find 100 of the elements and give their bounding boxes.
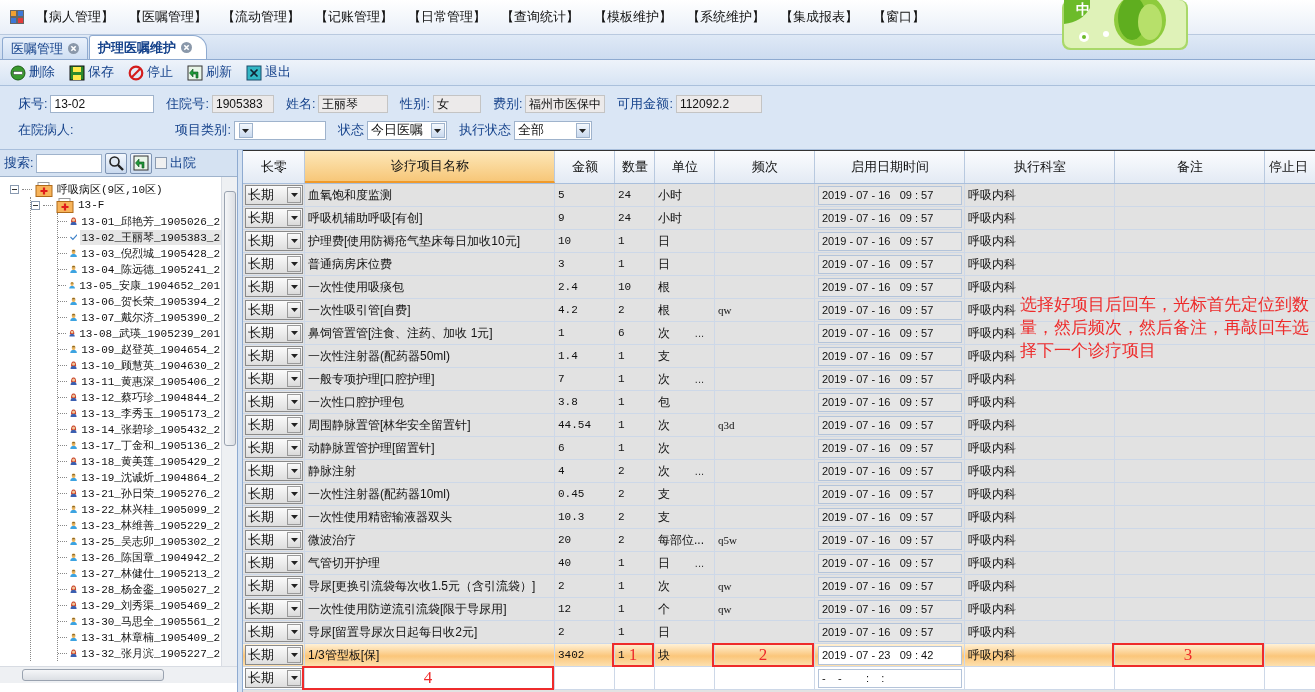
app-icon[interactable] xyxy=(10,10,24,24)
more-button[interactable]: ... xyxy=(694,373,714,385)
column-header[interactable]: 诊疗项目名称 xyxy=(305,151,555,183)
patient-tree-item[interactable]: 13-17_丁金和_1905136_2 xyxy=(80,437,221,453)
date-time-field[interactable]: 2019 - 07 - 16 09 : 57 xyxy=(818,599,962,619)
column-header[interactable]: 频次 xyxy=(715,151,815,183)
horizontal-scrollbar[interactable] xyxy=(0,666,237,683)
menu-item[interactable]: 【窗口】 xyxy=(873,8,966,26)
date-time-field[interactable]: 2019 - 07 - 16 09 : 57 xyxy=(818,507,962,527)
patient-tree-item[interactable]: 13-26_陈国章_1904942_2 xyxy=(80,549,221,565)
text-field[interactable]: 112092.2 xyxy=(675,95,762,113)
patient-tree-item[interactable]: 13-05_安康_1904652_201 xyxy=(78,277,221,293)
text-field[interactable]: 女 xyxy=(432,95,481,113)
patient-tree-item[interactable]: 13-10_顾慧英_1904630_2 xyxy=(80,357,221,373)
term-dropdown[interactable]: 长期 xyxy=(245,576,303,596)
patient-tree-item[interactable]: 13-08_武瑛_1905239_201 xyxy=(78,325,221,341)
date-time-field[interactable]: 2019 - 07 - 16 09 : 57 xyxy=(818,346,962,366)
dropdown[interactable] xyxy=(233,121,326,140)
menu-item[interactable]: 【病人管理】 xyxy=(36,8,129,26)
menu-item[interactable]: 【系统维护】 xyxy=(687,8,780,26)
date-time-field[interactable]: 2019 - 07 - 16 09 : 57 xyxy=(818,530,962,550)
patient-tree-item[interactable]: 13-18_黄美莲_1905429_2 xyxy=(80,453,221,469)
menu-item[interactable]: 【流动管理】 xyxy=(222,8,315,26)
term-dropdown[interactable]: 长期 xyxy=(245,346,303,366)
date-time-field[interactable]: 2019 - 07 - 16 09 : 57 xyxy=(818,369,962,389)
vertical-scrollbar[interactable] xyxy=(221,177,237,666)
patient-tree-item[interactable]: 13-14_张碧珍_1905432_2 xyxy=(80,421,221,437)
patient-tree-item[interactable]: 13-28_杨金銮_1905027_2 xyxy=(80,581,221,597)
toolbar-button[interactable]: 删除 xyxy=(8,64,57,81)
patient-tree-item[interactable]: 13-31_林章楠_1905409_2 xyxy=(80,629,221,645)
term-dropdown[interactable]: 长期 xyxy=(245,668,303,688)
term-dropdown[interactable]: 长期 xyxy=(245,231,303,251)
search-field[interactable] xyxy=(36,153,103,173)
patient-tree-item[interactable]: 13-04_陈远德_1905241_2 xyxy=(80,261,221,277)
patient-tree-item[interactable]: 13-13_李秀玉_1905173_2 xyxy=(80,405,221,421)
collapse-icon[interactable] xyxy=(10,184,19,194)
date-time-field[interactable]: 2019 - 07 - 16 09 : 57 xyxy=(818,300,962,320)
toolbar-button[interactable]: 停止 xyxy=(126,64,175,81)
search-button[interactable] xyxy=(105,152,128,174)
date-time-field[interactable]: 2019 - 07 - 16 09 : 57 xyxy=(818,231,962,251)
menu-item[interactable]: 【集成报表】 xyxy=(780,8,873,26)
date-time-field[interactable]: - - : : xyxy=(818,668,962,688)
more-button[interactable]: ... xyxy=(694,557,714,569)
patient-tree-item[interactable]: 13-19_沈诚炘_1904864_2 xyxy=(80,469,221,485)
date-time-field[interactable]: 2019 - 07 - 16 09 : 57 xyxy=(818,461,962,481)
patient-tree-item[interactable]: 13-29_刘秀渠_1905469_2 xyxy=(80,597,221,613)
column-header[interactable]: 执行科室 xyxy=(965,151,1115,183)
dropdown[interactable]: 今日医嘱 xyxy=(366,121,447,140)
date-time-field[interactable]: 2019 - 07 - 16 09 : 57 xyxy=(818,392,962,412)
menu-item[interactable]: 【模板维护】 xyxy=(594,8,687,26)
dropdown[interactable]: 全部 xyxy=(513,121,592,140)
term-dropdown[interactable]: 长期 xyxy=(245,438,303,458)
menu-item[interactable]: 【记账管理】 xyxy=(315,8,408,26)
tab[interactable]: 医嘱管理 xyxy=(2,37,88,59)
menu-item[interactable]: 【查询统计】 xyxy=(501,8,594,26)
tree-item[interactable]: 呼吸病区(9区,10区) xyxy=(56,181,164,197)
date-time-field[interactable]: 2019 - 07 - 16 09 : 57 xyxy=(818,484,962,504)
term-dropdown[interactable]: 长期 xyxy=(245,484,303,504)
patient-tree-item[interactable]: 13-06_贺长荣_1905394_2 xyxy=(80,293,221,309)
patient-tree-item[interactable]: 13-01_邱艳芳_1905026_2 xyxy=(80,213,221,229)
close-icon[interactable] xyxy=(68,43,79,54)
term-dropdown[interactable]: 长期 xyxy=(245,530,303,550)
toolbar-button[interactable]: 刷新 xyxy=(185,64,234,81)
column-header[interactable]: 金额 xyxy=(555,151,615,183)
menu-item[interactable]: 【医嘱管理】 xyxy=(129,8,222,26)
term-dropdown[interactable]: 长期 xyxy=(245,392,303,412)
menu-item[interactable]: 【日常管理】 xyxy=(408,8,501,26)
more-button[interactable]: ... xyxy=(694,327,714,339)
term-dropdown[interactable]: 长期 xyxy=(245,208,303,228)
text-field[interactable]: 1905383 xyxy=(211,95,274,113)
tree-item[interactable]: 13-F xyxy=(77,199,106,211)
column-header[interactable]: 单位 xyxy=(655,151,715,183)
date-time-field[interactable]: 2019 - 07 - 16 09 : 57 xyxy=(818,323,962,343)
patient-tree-item[interactable]: 13-25_吴志卯_1905302_2 xyxy=(80,533,221,549)
term-dropdown[interactable]: 长期 xyxy=(245,507,303,527)
checkbox[interactable] xyxy=(155,157,168,169)
collapse-icon[interactable] xyxy=(31,200,40,210)
date-time-field[interactable]: 2019 - 07 - 16 09 : 57 xyxy=(818,622,962,642)
toolbar-button[interactable]: 退出 xyxy=(244,64,293,81)
column-header[interactable]: 备注 xyxy=(1115,151,1265,183)
text-field[interactable]: 13-02 xyxy=(50,95,155,113)
date-time-field[interactable]: 2019 - 07 - 16 09 : 57 xyxy=(818,415,962,435)
patient-tree-item[interactable]: 13-11_黄惠深_1905406_2 xyxy=(80,373,221,389)
patient-tree-item[interactable]: 13-27_林健仕_1905213_2 xyxy=(80,565,221,581)
tab[interactable]: 护理医嘱维护 xyxy=(89,35,207,59)
term-dropdown[interactable]: 长期 xyxy=(245,622,303,642)
term-dropdown[interactable]: 长期 xyxy=(245,599,303,619)
term-dropdown[interactable]: 长期 xyxy=(245,645,303,665)
term-dropdown[interactable]: 长期 xyxy=(245,415,303,435)
patient-tree-item[interactable]: 13-22_林兴桂_1905099_2 xyxy=(80,501,221,517)
date-time-field[interactable]: 2019 - 07 - 16 09 : 57 xyxy=(818,208,962,228)
term-dropdown[interactable]: 长期 xyxy=(245,461,303,481)
close-icon[interactable] xyxy=(181,42,192,53)
patient-tree-item[interactable]: 13-12_蔡巧珍_1904844_2 xyxy=(80,389,221,405)
date-time-field[interactable]: 2019 - 07 - 23 09 : 42 xyxy=(818,645,962,665)
toolbar-button[interactable]: 保存 xyxy=(67,64,116,81)
text-field[interactable]: 王丽琴 xyxy=(318,95,389,113)
term-dropdown[interactable]: 长期 xyxy=(245,185,303,205)
term-dropdown[interactable]: 长期 xyxy=(245,254,303,274)
column-header[interactable]: 启用日期时间 xyxy=(815,151,965,183)
